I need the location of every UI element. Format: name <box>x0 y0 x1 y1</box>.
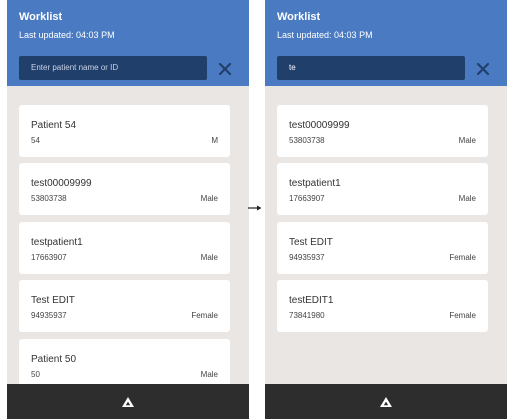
header: Worklist Last updated: 04:03 PM Enter pa… <box>7 0 249 86</box>
search-input[interactable]: Enter patient name or ID <box>19 56 207 80</box>
patient-name: test00009999 <box>31 178 92 189</box>
patient-name: testEDIT1 <box>289 295 334 306</box>
last-updated-text: Last updated: 04:03 PM <box>277 30 373 40</box>
patient-gender: Male <box>458 194 476 203</box>
worklist-screen-before: Worklist Last updated: 04:03 PM Enter pa… <box>7 0 249 419</box>
patient-gender: Female <box>191 311 218 320</box>
patient-id: 50 <box>31 370 40 379</box>
patient-list-item[interactable]: testpatient1 17663907 Male <box>19 222 230 274</box>
patient-gender: M <box>211 136 218 145</box>
page-title: Worklist <box>19 11 63 23</box>
patient-name: test00009999 <box>289 120 350 131</box>
patient-gender: Male <box>200 194 218 203</box>
patient-list-item[interactable]: test00009999 53803738 Male <box>277 105 488 157</box>
bottom-bar <box>7 384 249 419</box>
patient-id: 17663907 <box>31 253 67 262</box>
patient-list-item[interactable]: Patient 54 54 M <box>19 105 230 157</box>
patient-id: 53803738 <box>289 136 325 145</box>
search-input[interactable]: te <box>277 56 465 80</box>
patient-gender: Female <box>449 253 476 262</box>
triangle-logo-icon[interactable] <box>121 396 135 408</box>
close-icon[interactable] <box>218 62 232 76</box>
patient-name: Test EDIT <box>31 295 75 306</box>
patient-list-item[interactable]: Test EDIT 94935937 Female <box>277 222 488 274</box>
patient-list-item[interactable]: Test EDIT 94935937 Female <box>19 280 230 332</box>
patient-gender: Male <box>458 136 476 145</box>
last-updated-text: Last updated: 04:03 PM <box>19 30 115 40</box>
page-title: Worklist <box>277 11 321 23</box>
close-icon[interactable] <box>476 62 490 76</box>
patient-list-item[interactable]: testEDIT1 73841980 Female <box>277 280 488 332</box>
patient-name: Patient 50 <box>31 354 77 365</box>
triangle-logo-icon[interactable] <box>379 396 393 408</box>
patient-id: 73841980 <box>289 311 325 320</box>
bottom-bar <box>265 384 507 419</box>
patient-gender: Male <box>200 253 218 262</box>
patient-gender: Male <box>200 370 218 379</box>
patient-name: testpatient1 <box>31 237 83 248</box>
worklist-screen-filtered: Worklist Last updated: 04:03 PM te test0… <box>265 0 507 419</box>
patient-id: 54 <box>31 136 40 145</box>
patient-name: Test EDIT <box>289 237 333 248</box>
patient-gender: Female <box>449 311 476 320</box>
header: Worklist Last updated: 04:03 PM te <box>265 0 507 86</box>
patient-name: testpatient1 <box>289 178 341 189</box>
patient-list-item[interactable]: test00009999 53803738 Male <box>19 163 230 215</box>
patient-id: 94935937 <box>31 311 67 320</box>
patient-id: 17663907 <box>289 194 325 203</box>
patient-id: 94935937 <box>289 253 325 262</box>
patient-name: Patient 54 <box>31 120 77 131</box>
arrow-right-icon <box>248 205 262 211</box>
patient-id: 53803738 <box>31 194 67 203</box>
patient-list-item[interactable]: testpatient1 17663907 Male <box>277 163 488 215</box>
